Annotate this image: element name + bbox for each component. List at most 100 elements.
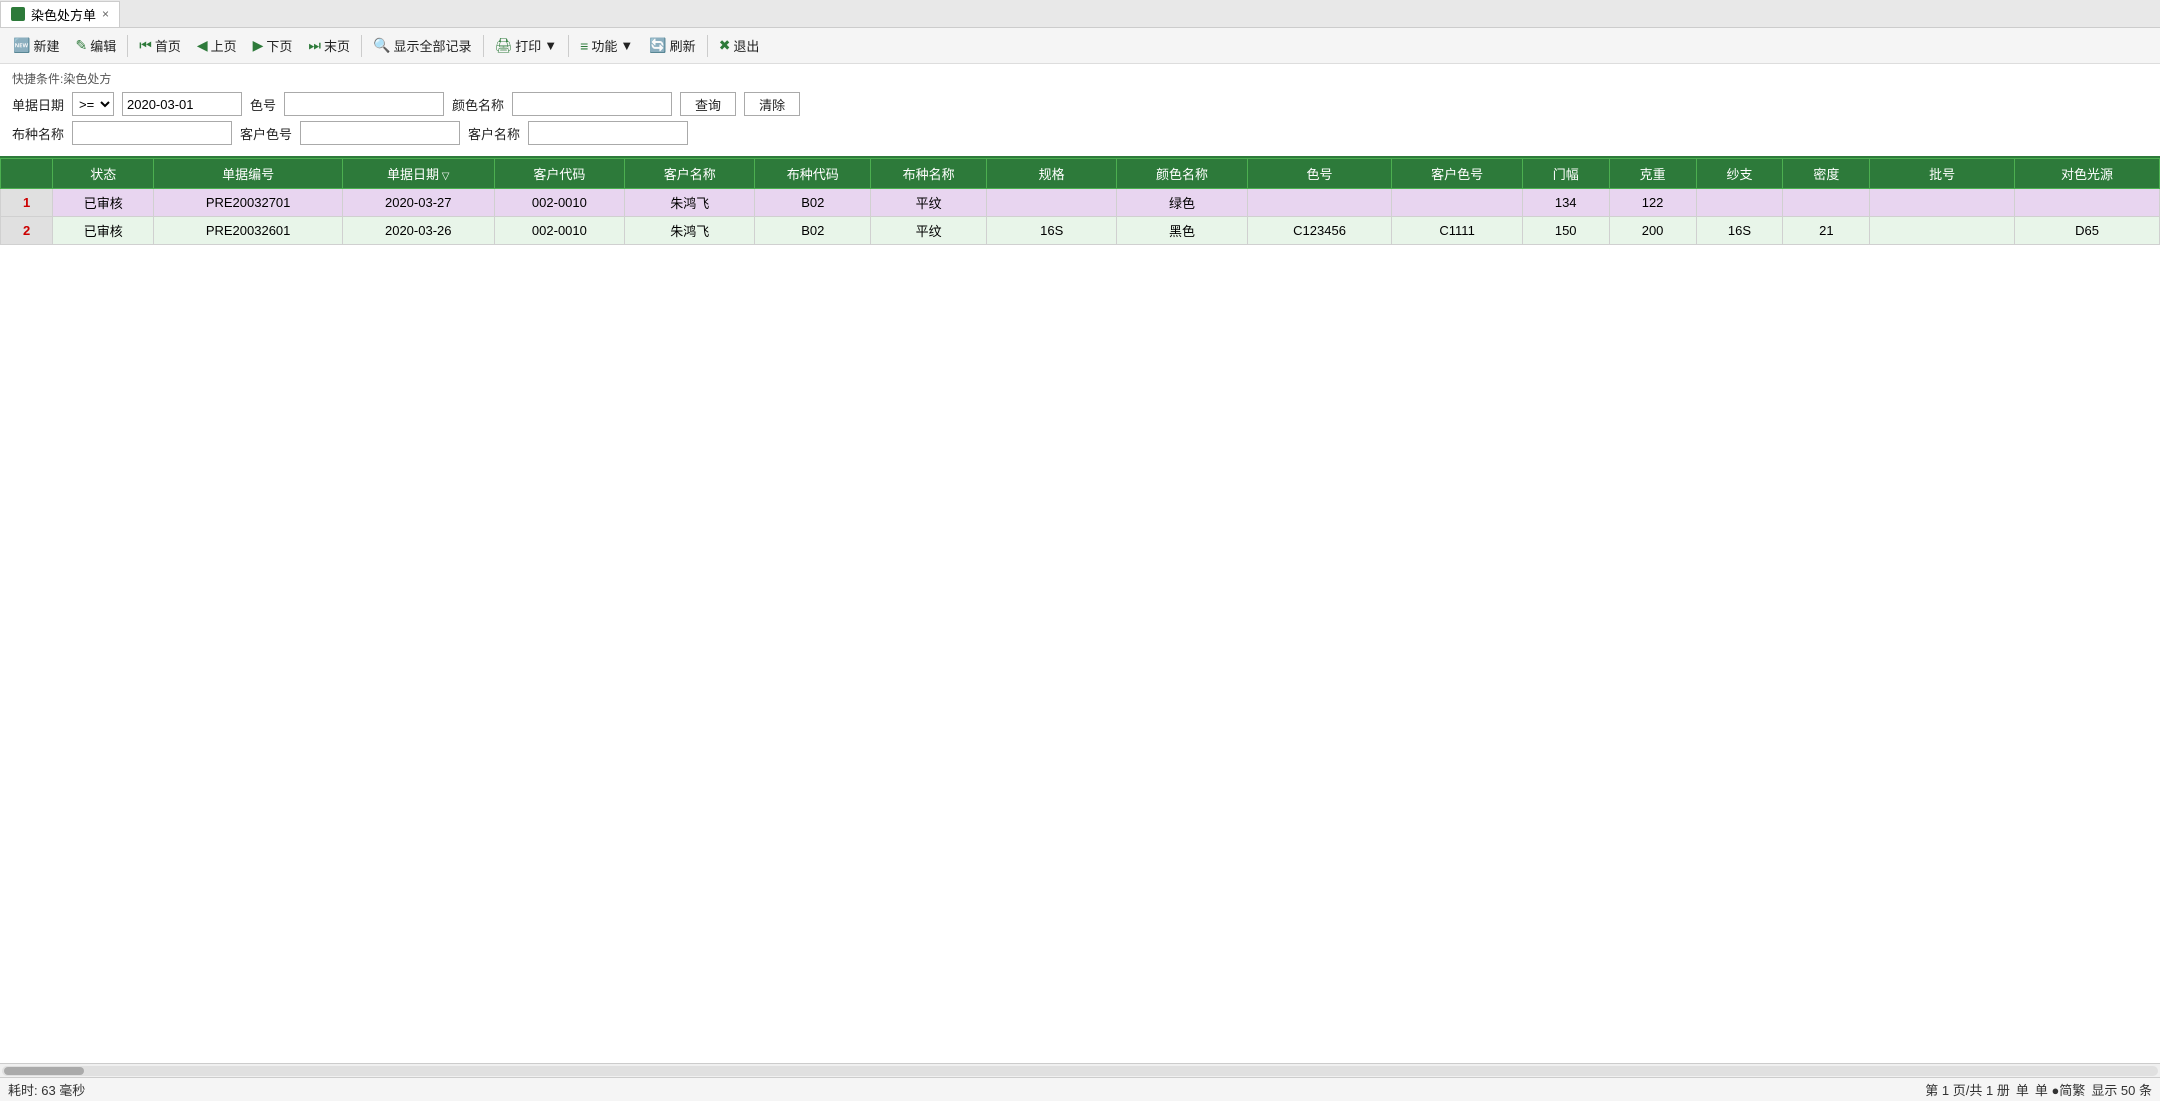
first-page-button[interactable]: ⏮ 首页 [132,33,188,58]
clear-button[interactable]: 清除 [744,92,800,116]
cell-idx: 1 [1,189,53,217]
col-order-no[interactable]: 单据编号 [154,159,342,189]
col-batch-no[interactable]: 批号 [1870,159,2015,189]
cell-density: 21 [1783,217,1870,245]
cell-fabricName: 平纹 [871,217,987,245]
cell-customerName: 朱鸿飞 [625,217,755,245]
col-fabric-name[interactable]: 布种名称 [871,159,987,189]
cell-weight: 200 [1609,217,1696,245]
col-door-width[interactable]: 门幅 [1522,159,1609,189]
query-button[interactable]: 查询 [680,92,736,116]
show-all-button[interactable]: 🔍 显示全部记录 [366,33,478,58]
date-value-input[interactable] [122,92,242,116]
customer-code-input[interactable] [300,121,460,145]
status-right: 第 1 页/共 1 册 单 单 ●简繁 显示 50 条 [1925,1080,2152,1099]
cell-customerCode: 002-0010 [494,217,624,245]
cell-yarnCount: 16S [1696,217,1783,245]
new-button[interactable]: 🆕 新建 [6,33,66,58]
func-dropdown-icon: ▼ [620,38,633,53]
exit-button[interactable]: ✖ 退出 [712,33,767,58]
table-area: 状态 单据编号 单据日期 客户代码 客户名称 布种代码 布种名称 规格 颜色名称… [0,158,2160,1063]
edit-button[interactable]: ✎ 编辑 [68,33,123,58]
quick-filter-title: 快捷条件:染色处方 [12,70,2148,87]
customer-code-label: 客户色号 [240,124,292,143]
refresh-button[interactable]: 🔄 刷新 [642,33,702,58]
col-fabric-code[interactable]: 布种代码 [755,159,871,189]
data-table: 状态 单据编号 单据日期 客户代码 客户名称 布种代码 布种名称 规格 颜色名称… [0,158,2160,245]
color-code-input[interactable] [284,92,444,116]
col-color-source[interactable]: 对色光源 [2015,159,2160,189]
cell-doorWidth: 134 [1522,189,1609,217]
col-density[interactable]: 密度 [1783,159,1870,189]
fabric-name-input[interactable] [72,121,232,145]
cell-orderNo: PRE20032701 [154,189,342,217]
show-all-icon: 🔍 [373,37,390,54]
quick-filter-panel: 快捷条件:染色处方 单据日期 >= <= = > < 色号 颜色名称 查询 清除… [0,64,2160,158]
cell-status: 已审核 [53,217,154,245]
cell-orderDate: 2020-03-27 [342,189,494,217]
date-op-select[interactable]: >= <= = > < [72,92,114,116]
col-order-date[interactable]: 单据日期 [342,159,494,189]
exit-icon: ✖ [719,37,731,54]
col-customer-color-code[interactable]: 客户色号 [1392,159,1522,189]
first-page-label: 首页 [155,36,181,55]
exit-label: 退出 [733,36,759,55]
col-weight[interactable]: 克重 [1609,159,1696,189]
new-label: 新建 [33,36,59,55]
last-page-icon: ⏭ [308,37,321,54]
table-body: 1已审核PRE200327012020-03-27002-0010朱鸿飞B02平… [1,189,2160,245]
print-label: 打印 [515,36,541,55]
color-name-input[interactable] [512,92,672,116]
title-bar: 染色处方单 × [0,0,2160,28]
cell-batchNo [1870,189,2015,217]
separator-3 [483,35,484,57]
cell-spec: 16S [987,217,1117,245]
status-time: 耗时: 63 毫秒 [8,1080,85,1099]
cell-colorSource [2015,189,2160,217]
customer-name-label: 客户名称 [468,124,520,143]
prev-page-button[interactable]: ◀ 上页 [190,33,244,58]
col-customer-code[interactable]: 客户代码 [494,159,624,189]
col-spec[interactable]: 规格 [987,159,1117,189]
scrollbar-thumb[interactable] [4,1067,84,1075]
color-code-label: 色号 [250,95,276,114]
record-count: 显示 50 条 [2091,1080,2152,1099]
cell-idx: 2 [1,217,53,245]
cell-batchNo [1870,217,2015,245]
cell-density [1783,189,1870,217]
filter-row-1: 单据日期 >= <= = > < 色号 颜色名称 查询 清除 [12,92,2148,116]
last-page-button[interactable]: ⏭ 末页 [301,33,357,58]
customer-name-input[interactable] [528,121,688,145]
cell-fabricCode: B02 [755,217,871,245]
next-page-button[interactable]: ▶ 下页 [246,33,300,58]
print-button[interactable]: 🖨 打印 ▼ [488,33,565,58]
cell-customerColorCode: C1111 [1392,217,1522,245]
print-icon: 🖨 [495,37,513,54]
func-button[interactable]: ≡ 功能 ▼ [573,33,640,58]
scrollbar-area[interactable] [0,1063,2160,1077]
cell-colorCode: C123456 [1247,217,1392,245]
col-yarn-count[interactable]: 纱支 [1696,159,1783,189]
cell-spec [987,189,1117,217]
separator-4 [568,35,569,57]
col-status[interactable]: 状态 [53,159,154,189]
horizontal-scrollbar[interactable] [2,1066,2158,1076]
col-customer-name[interactable]: 客户名称 [625,159,755,189]
status-bar: 耗时: 63 毫秒 第 1 页/共 1 册 单 单 ●简繁 显示 50 条 [0,1077,2160,1101]
tab-close-button[interactable]: × [102,7,109,21]
cell-weight: 122 [1609,189,1696,217]
color-name-label: 颜色名称 [452,95,504,114]
prev-page-icon: ◀ [197,37,208,54]
cell-status: 已审核 [53,189,154,217]
filter-row-2: 布种名称 客户色号 客户名称 [12,121,2148,145]
table-row[interactable]: 1已审核PRE200327012020-03-27002-0010朱鸿飞B02平… [1,189,2160,217]
col-color-code[interactable]: 色号 [1247,159,1392,189]
show-all-label: 显示全部记录 [393,36,471,55]
func-label: 功能 [591,36,617,55]
last-page-label: 末页 [324,36,350,55]
table-row[interactable]: 2已审核PRE200326012020-03-26002-0010朱鸿飞B02平… [1,217,2160,245]
title-tab[interactable]: 染色处方单 × [0,1,120,27]
cell-customerName: 朱鸿飞 [625,189,755,217]
col-color-name[interactable]: 颜色名称 [1117,159,1247,189]
tab-label: 染色处方单 [31,5,96,24]
